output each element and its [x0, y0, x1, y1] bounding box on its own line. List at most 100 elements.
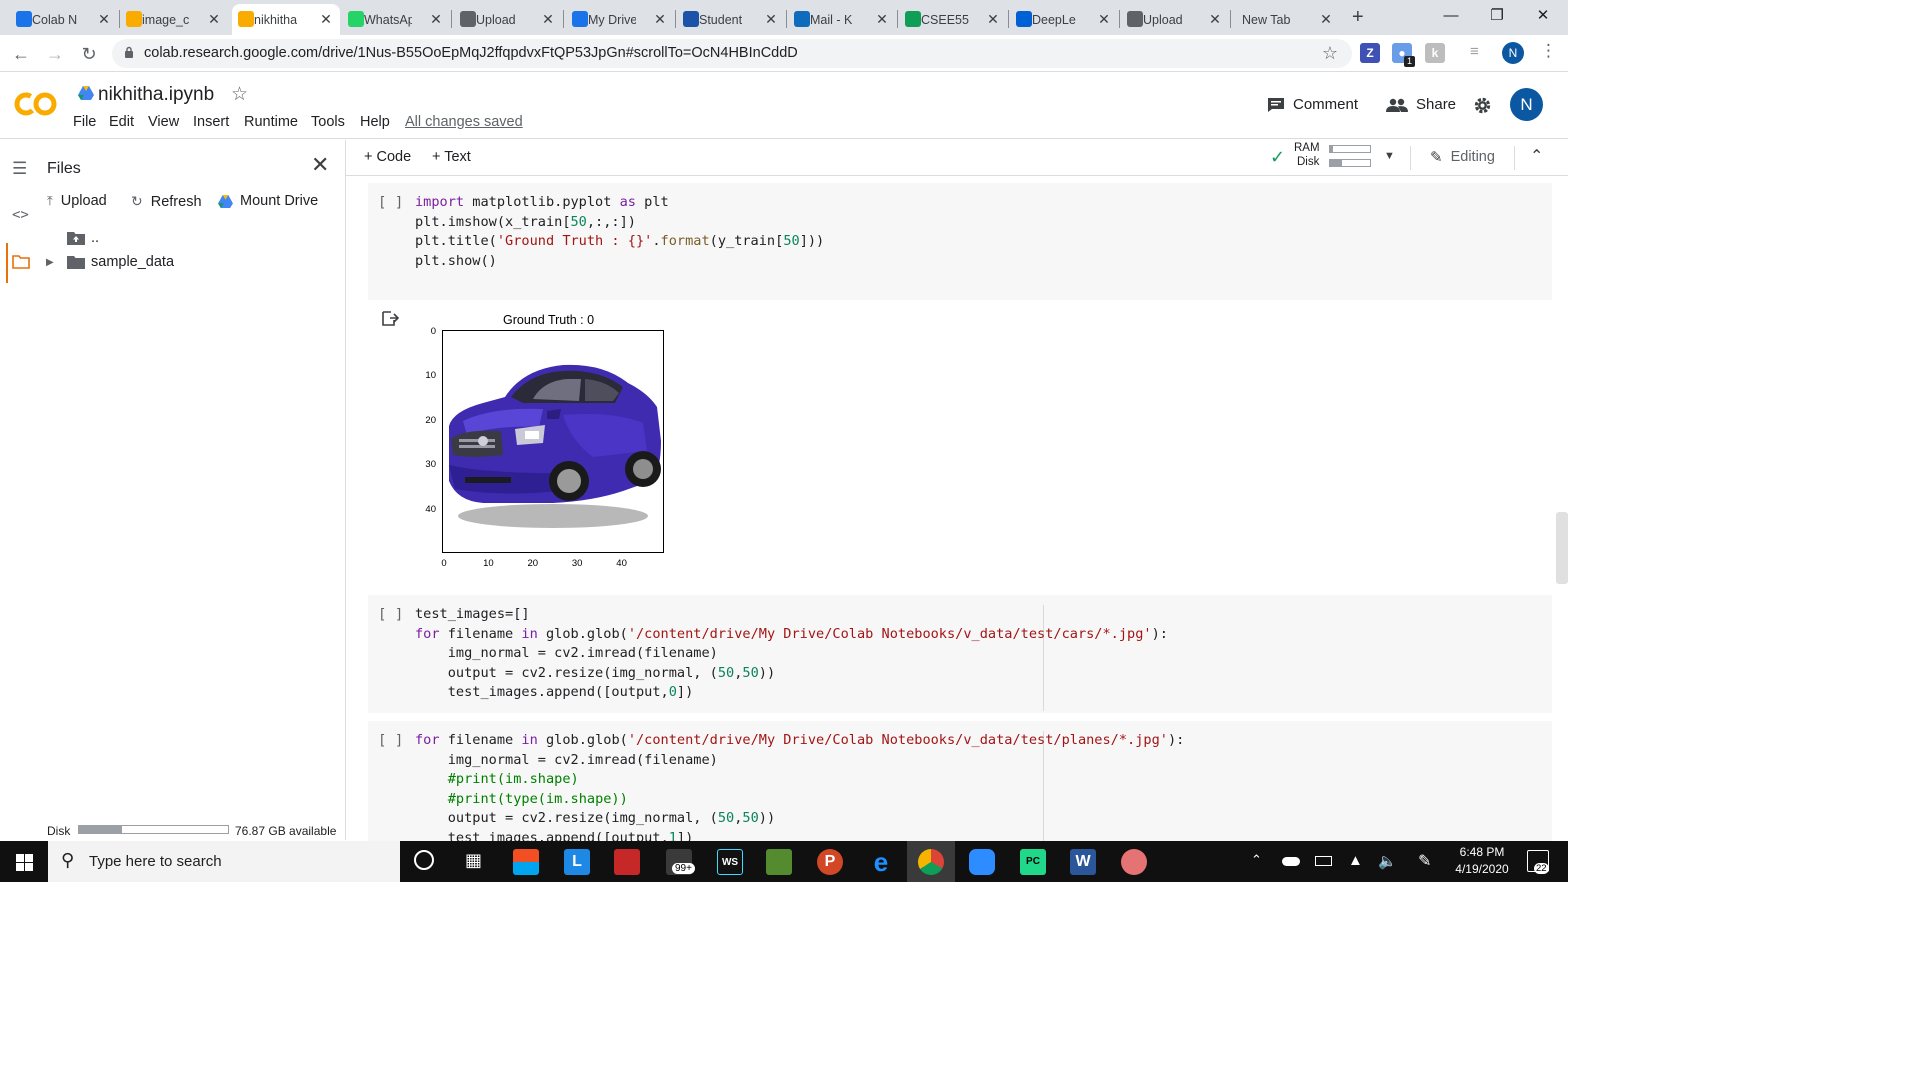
reading-list-icon[interactable]: ≡ — [1470, 43, 1479, 60]
back-button[interactable]: ← — [8, 41, 34, 67]
code-cell-3[interactable]: [ ] for filename in glob.glob('/content/… — [368, 721, 1552, 841]
browser-tab[interactable]: CSEE55 ✕ — [899, 4, 1007, 35]
close-panel-icon[interactable]: ✕ — [311, 152, 329, 178]
colab-logo[interactable] — [14, 90, 58, 118]
upload-button[interactable]: ⤒ Upload — [47, 193, 107, 209]
grey-extension-icon[interactable]: k — [1425, 43, 1445, 63]
close-window-button[interactable]: ✕ — [1520, 0, 1566, 32]
windows-start-icon[interactable] — [16, 854, 33, 871]
output-redirect-icon[interactable] — [382, 311, 399, 326]
menu-tools[interactable]: Tools — [311, 114, 345, 130]
browser-tab[interactable]: nikhitha ✕ — [232, 4, 340, 35]
l-app-icon[interactable]: L — [564, 849, 590, 875]
parent-directory-row[interactable]: .. — [67, 230, 99, 246]
webstorm-icon[interactable]: WS — [717, 849, 743, 875]
browser-tab[interactable]: My Drive ✕ — [566, 4, 674, 35]
tab-close-icon[interactable]: ✕ — [96, 11, 112, 27]
task-view-icon[interactable]: ▦ — [465, 850, 482, 871]
volume-icon[interactable]: 🔈 — [1378, 852, 1397, 870]
expand-arrow-icon[interactable]: ▶ — [46, 257, 61, 268]
profile-avatar[interactable]: N — [1502, 42, 1524, 64]
browser-tab[interactable]: image_c ✕ — [120, 4, 228, 35]
store-icon[interactable] — [513, 849, 539, 875]
run-cell-indicator[interactable]: [ ] — [378, 607, 403, 623]
code-editor-cell-2[interactable]: test_images=[] for filename in glob.glob… — [415, 605, 1168, 703]
comment-label: Comment — [1293, 96, 1359, 113]
notebook-title[interactable]: nikhitha.ipynb — [98, 84, 214, 106]
add-code-cell-button[interactable]: + Code — [364, 149, 411, 165]
browser-tab[interactable]: DeepLe ✕ — [1010, 4, 1118, 35]
tab-close-icon[interactable]: ✕ — [428, 11, 444, 27]
onedrive-icon[interactable] — [1282, 857, 1300, 866]
browser-tab[interactable]: Upload ✕ — [1121, 4, 1229, 35]
code-cell-1[interactable]: [ ] import matplotlib.pyplot as plt plt.… — [368, 183, 1552, 300]
minimize-button[interactable]: — — [1428, 0, 1474, 32]
tab-close-icon[interactable]: ✕ — [763, 11, 779, 27]
tab-close-icon[interactable]: ✕ — [1096, 11, 1112, 27]
browser-tab[interactable]: Colab N ✕ — [10, 4, 118, 35]
forward-button[interactable]: → — [42, 41, 68, 67]
browser-tab[interactable]: Upload ✕ — [454, 4, 562, 35]
battery-icon[interactable] — [1315, 856, 1332, 866]
reload-button[interactable]: ↻ — [76, 41, 102, 67]
restore-button[interactable]: ❐ — [1474, 0, 1520, 32]
system-clock[interactable]: 6:48 PM 4/19/2020 — [1442, 844, 1522, 878]
new-tab-button[interactable]: + — [1352, 6, 1364, 29]
word-icon[interactable]: W — [1070, 849, 1096, 875]
menu-runtime[interactable]: Runtime — [244, 114, 298, 130]
tab-close-icon[interactable]: ✕ — [1207, 11, 1223, 27]
tab-close-icon[interactable]: ✕ — [540, 11, 556, 27]
zotero-extension-icon[interactable]: Z — [1360, 43, 1380, 63]
mcafee-icon[interactable] — [614, 849, 640, 875]
browser-tab[interactable]: Mail - K ✕ — [788, 4, 896, 35]
tab-close-icon[interactable]: ✕ — [652, 11, 668, 27]
run-cell-indicator[interactable]: [ ] — [378, 195, 403, 211]
zoom-icon[interactable] — [969, 849, 995, 875]
star-notebook-icon[interactable]: ☆ — [231, 83, 248, 106]
code-cell-2[interactable]: [ ] test_images=[] for filename in glob.… — [368, 595, 1552, 713]
bookmark-star-icon[interactable]: ☆ — [1322, 43, 1338, 64]
refresh-button[interactable]: ↻ Refresh — [131, 193, 202, 210]
code-editor-cell-3[interactable]: for filename in glob.glob('/content/driv… — [415, 731, 1184, 841]
settings-gear-icon[interactable] — [1473, 96, 1492, 115]
tab-close-icon[interactable]: ✕ — [1318, 11, 1334, 27]
snipping-tool-icon[interactable] — [1121, 849, 1147, 875]
add-text-cell-button[interactable]: + Text — [432, 149, 471, 165]
menu-edit[interactable]: Edit — [109, 114, 134, 130]
menu-insert[interactable]: Insert — [193, 114, 229, 130]
collapse-header-icon[interactable]: ⌃ — [1530, 146, 1543, 166]
menu-view[interactable]: View — [148, 114, 179, 130]
wifi-icon[interactable]: ▲ — [1348, 852, 1363, 869]
edge-icon[interactable]: e — [868, 849, 894, 875]
address-bar[interactable]: colab.research.google.com/drive/1Nus-B55… — [112, 39, 1352, 68]
powerpoint-icon[interactable]: P — [817, 849, 843, 875]
editing-mode-button[interactable]: ✎ Editing — [1430, 148, 1495, 166]
menu-file[interactable]: File — [73, 114, 96, 130]
taskbar-search-box[interactable]: ⚲ Type here to search — [48, 841, 400, 882]
menu-help[interactable]: Help — [360, 114, 390, 130]
browser-tab[interactable]: WhatsAp ✕ — [342, 4, 450, 35]
tab-close-icon[interactable]: ✕ — [318, 11, 334, 27]
cortana-icon[interactable] — [414, 850, 434, 870]
resources-dropdown-icon[interactable]: ▼ — [1384, 150, 1395, 162]
pen-icon[interactable]: ✎ — [1418, 851, 1431, 871]
browser-menu-icon[interactable]: ⋮ — [1540, 41, 1557, 61]
pycharm-icon[interactable]: PC — [1020, 849, 1046, 875]
browser-tab[interactable]: New Tab ✕ — [1230, 4, 1340, 35]
chrome-icon[interactable] — [918, 849, 944, 875]
sample-data-folder-row[interactable]: ▶ sample_data — [46, 254, 174, 270]
comment-button[interactable]: Comment — [1267, 96, 1358, 113]
notebook-scrollbar-thumb[interactable] — [1556, 512, 1568, 584]
tab-close-icon[interactable]: ✕ — [206, 11, 222, 27]
browser-tab[interactable]: Student ✕ — [677, 4, 785, 35]
code-editor-cell-1[interactable]: import matplotlib.pyplot as plt plt.imsh… — [415, 193, 824, 271]
tiles-app-icon[interactable] — [766, 849, 792, 875]
tab-close-icon[interactable]: ✕ — [985, 11, 1001, 27]
user-avatar[interactable]: N — [1510, 88, 1543, 121]
tab-close-icon[interactable]: ✕ — [874, 11, 890, 27]
share-button[interactable]: Share — [1386, 96, 1456, 113]
run-cell-indicator[interactable]: [ ] — [378, 733, 403, 749]
mount-drive-button[interactable]: Mount Drive — [218, 193, 318, 209]
save-status-link[interactable]: All changes saved — [405, 114, 523, 130]
tray-overflow-icon[interactable]: ⌃ — [1251, 852, 1262, 868]
